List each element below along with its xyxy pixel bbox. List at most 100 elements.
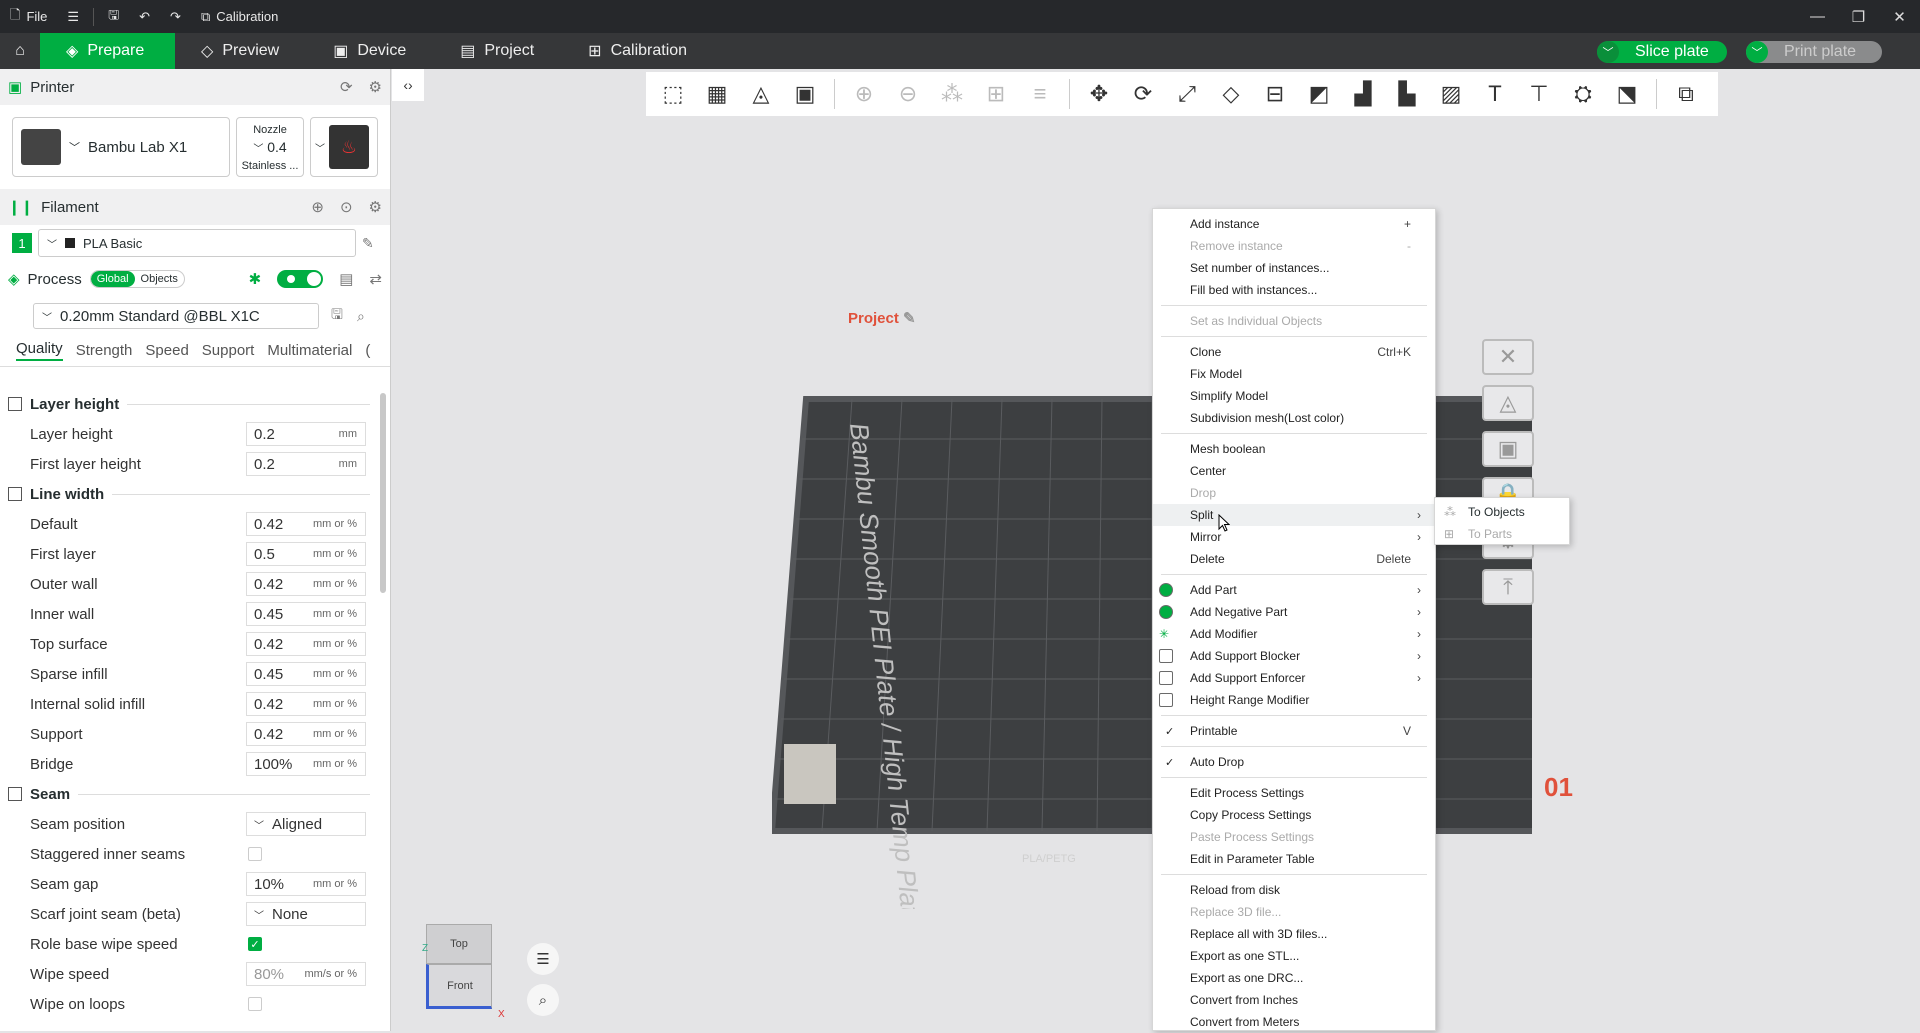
param-checkbox[interactable]: ✓ [248, 937, 262, 951]
add-instance-icon[interactable]: ⊕ [845, 75, 883, 113]
tab-project[interactable]: ▤ Project [434, 33, 562, 69]
tab-prepare[interactable]: ◈ Prepare [40, 33, 175, 69]
redo-icon[interactable]: ↷ [160, 0, 191, 33]
arrange-plate-icon[interactable]: ▣ [1482, 431, 1534, 467]
arrange-icon[interactable]: ▣ [786, 75, 824, 113]
compare-icon[interactable]: ▤ [339, 270, 353, 288]
file-menu[interactable]: 🗋 File [0, 0, 57, 33]
fuzzy-skin-icon[interactable]: ▨ [1432, 75, 1470, 113]
save-icon[interactable]: 🖫 [98, 0, 129, 33]
param-checkbox[interactable] [248, 847, 262, 861]
menu-export-drc[interactable]: Export as one DRC... [1153, 967, 1435, 989]
tab-preview[interactable]: ◇ Preview [175, 33, 307, 69]
param-checkbox[interactable] [248, 997, 262, 1011]
menu-height-range-modifier[interactable]: Height Range Modifier [1153, 689, 1435, 711]
restore-icon[interactable]: ❐ [1838, 0, 1879, 33]
menu-simplify-model[interactable]: Simplify Model [1153, 385, 1435, 407]
nozzle-select[interactable]: Nozzle ﹀ 0.4 Stainless ... [236, 117, 304, 177]
process-profile-select[interactable]: ﹀ 0.20mm Standard @BBL X1C [33, 303, 319, 329]
layers-icon[interactable]: ≡ [1021, 75, 1059, 113]
toggle-global[interactable]: Global [90, 271, 135, 287]
add-object-icon[interactable]: ⬚ [654, 75, 692, 113]
menu-mesh-boolean[interactable]: Mesh boolean [1153, 438, 1435, 460]
param-input[interactable]: 0.42 mm or % [246, 722, 366, 746]
scale-icon[interactable]: ⤢ [1168, 75, 1206, 113]
lay-on-face-icon[interactable]: ◇ [1212, 75, 1250, 113]
split-objects-icon[interactable]: ⁂ [933, 75, 971, 113]
minimize-icon[interactable]: — [1797, 0, 1838, 33]
print-plate-button[interactable]: ﹀ Print plate [1746, 41, 1882, 63]
chevron-down-icon[interactable]: ﹀ [1597, 41, 1619, 63]
zoom-search-icon[interactable]: ⌕ [527, 984, 559, 1016]
search-icon[interactable]: ⌕ [357, 308, 365, 325]
global-objects-toggle[interactable]: Global Objects [89, 270, 185, 288]
menu-export-stl[interactable]: Export as one STL... [1153, 945, 1435, 967]
param-input[interactable]: 0.45 mm or % [246, 602, 366, 626]
menu-icon[interactable]: ☰ [57, 0, 89, 33]
menu-edit-process-settings[interactable]: Edit Process Settings [1153, 782, 1435, 804]
menu-split[interactable]: Split › [1153, 504, 1435, 526]
tab-quality[interactable]: Quality [16, 340, 63, 361]
menu-remove-instance[interactable]: Remove instance - [1153, 235, 1435, 257]
sidebar-scrollbar[interactable] [380, 393, 386, 593]
support-paint-icon[interactable]: ▟ [1344, 75, 1382, 113]
split-parts-icon[interactable]: ⊞ [977, 75, 1015, 113]
menu-add-support-enforcer[interactable]: Add Support Enforcer › [1153, 667, 1435, 689]
move-icon[interactable]: ✥ [1080, 75, 1118, 113]
menu-center[interactable]: Center [1153, 460, 1435, 482]
cut-icon[interactable]: ⊟ [1256, 75, 1294, 113]
menu-mirror[interactable]: Mirror › [1153, 526, 1435, 548]
menu-drop[interactable]: Drop [1153, 482, 1435, 504]
param-input[interactable]: 0.42 mm or % [246, 512, 366, 536]
menu-replace-all-3d-files[interactable]: Replace all with 3D files... [1153, 923, 1435, 945]
menu-fill-bed[interactable]: Fill bed with instances... [1153, 279, 1435, 301]
tab-strength[interactable]: Strength [76, 342, 133, 359]
menu-convert-from-meters[interactable]: Convert from Meters [1153, 1011, 1435, 1033]
tab-calibration[interactable]: ⊞ Calibration [562, 33, 715, 69]
menu-add-instance[interactable]: Add instance + [1153, 213, 1435, 235]
copy-settings-icon[interactable]: ⇄ [369, 270, 382, 288]
menu-set-number-instances[interactable]: Set number of instances... [1153, 257, 1435, 279]
delete-plate-icon[interactable]: ✕ [1482, 339, 1534, 375]
edit-icon[interactable]: ✎ [362, 235, 374, 252]
param-input[interactable]: 10% mm or % [246, 872, 366, 896]
undo-icon[interactable]: ↶ [129, 0, 160, 33]
refresh-icon[interactable]: ⟳ [340, 78, 353, 96]
menu-add-part[interactable]: Add Part › [1153, 579, 1435, 601]
menu-set-individual-objects[interactable]: Set as Individual Objects [1153, 310, 1435, 332]
seam-paint-icon[interactable]: ▙ [1388, 75, 1426, 113]
param-input[interactable]: 0.2 mm [246, 422, 366, 446]
add-filament-icon[interactable]: ⊕ [311, 198, 324, 216]
menu-replace-3d-file[interactable]: Replace 3D file... [1153, 901, 1435, 923]
menu-add-negative-part[interactable]: Add Negative Part › [1153, 601, 1435, 623]
view-menu-icon[interactable]: ☰ [527, 943, 559, 975]
param-input[interactable]: 0.42 mm or % [246, 632, 366, 656]
calibration-menu[interactable]: ⧉ Calibration [191, 0, 288, 33]
assembly-icon[interactable]: ⛭ [1564, 75, 1602, 113]
close-icon[interactable]: ✕ [1879, 0, 1920, 33]
home-icon[interactable]: ⌂ [0, 33, 40, 69]
menu-copy-process-settings[interactable]: Copy Process Settings [1153, 804, 1435, 826]
submenu-to-objects[interactable]: ⁂ To Objects [1435, 501, 1569, 523]
rotate-icon[interactable]: ⟳ [1124, 75, 1162, 113]
param-input[interactable]: 0.2 mm [246, 452, 366, 476]
param-input[interactable]: 100% mm or % [246, 752, 366, 776]
mesh-boolean-icon[interactable]: ◩ [1300, 75, 1338, 113]
filament-sync-icon[interactable]: ⊙ [340, 198, 353, 216]
auto-orient-icon[interactable]: ◬ [742, 75, 780, 113]
submenu-to-parts[interactable]: ⊞ To Parts [1435, 523, 1569, 545]
collapse-sidebar-icon[interactable]: ‹› [392, 69, 424, 101]
menu-delete[interactable]: Delete Delete [1153, 548, 1435, 570]
filament-slot-number[interactable]: 1 [12, 233, 32, 253]
menu-add-support-blocker[interactable]: Add Support Blocker › [1153, 645, 1435, 667]
menu-subdivision-mesh[interactable]: Subdivision mesh(Lost color) [1153, 407, 1435, 429]
param-select[interactable]: ﹀ None [246, 902, 366, 926]
tab-multimaterial[interactable]: Multimaterial [267, 342, 352, 359]
printer-select[interactable]: ﹀ Bambu Lab X1 [12, 117, 230, 177]
menu-printable[interactable]: ✓ Printable V [1153, 720, 1435, 742]
param-input[interactable]: 0.42 mm or % [246, 692, 366, 716]
menu-add-modifier[interactable]: ✳ Add Modifier › [1153, 623, 1435, 645]
toggle-objects[interactable]: Objects [135, 271, 184, 287]
tab-speed[interactable]: Speed [145, 342, 188, 359]
svg-icon[interactable]: ⬔ [1608, 75, 1646, 113]
